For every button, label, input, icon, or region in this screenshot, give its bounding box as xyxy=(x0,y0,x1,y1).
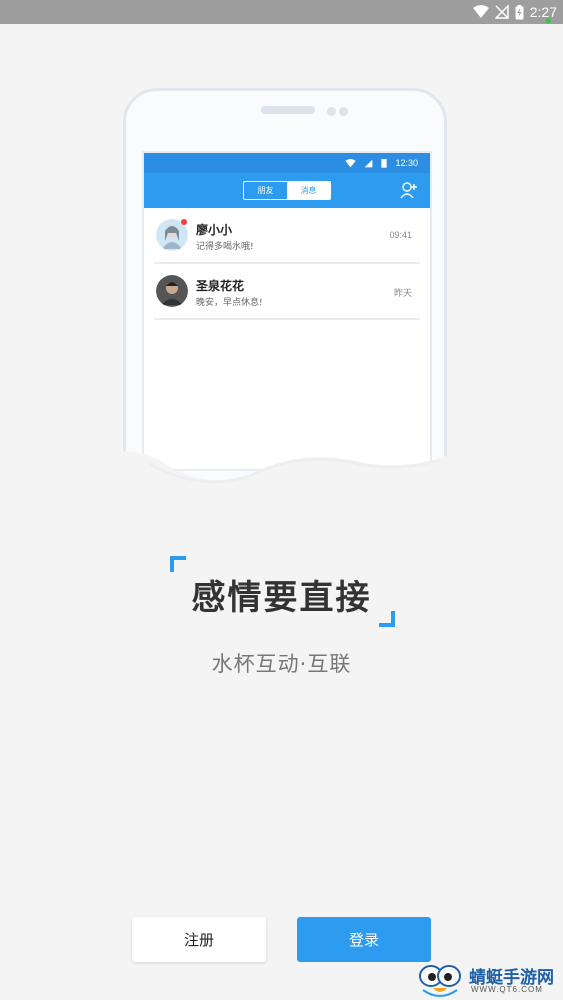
add-user-icon xyxy=(400,182,417,199)
phone-speaker xyxy=(261,106,315,114)
wifi-icon xyxy=(472,5,489,18)
inner-signal-icon xyxy=(365,159,373,167)
inner-wifi-icon xyxy=(345,158,357,167)
chat-item: 廖小小 记得多喝水哦! 09:41 xyxy=(154,208,420,264)
chat-time: 09:41 xyxy=(389,230,412,240)
notification-dot xyxy=(546,18,551,23)
inner-status-bar: 12:30 xyxy=(144,153,430,173)
tab-friends: 朋友 xyxy=(257,186,274,195)
register-button[interactable]: 注册 xyxy=(132,917,266,962)
system-status-bar: 2:27 xyxy=(0,0,563,24)
no-signal-icon xyxy=(494,5,509,19)
slogan-title: 感情要直接 xyxy=(191,578,372,618)
inner-battery-icon xyxy=(381,159,388,168)
battery-charging-icon xyxy=(515,4,524,19)
inner-status-time: 12:30 xyxy=(395,158,418,168)
slogan-subtitle: 水杯互动·互联 xyxy=(211,652,352,676)
cloud-decoration xyxy=(0,450,563,550)
watermark-url: WWW.QT6.COM xyxy=(471,985,543,994)
chat-name: 圣泉花花 xyxy=(196,279,245,293)
unread-badge xyxy=(181,219,187,225)
tab-switch: 朋友 消息 xyxy=(243,181,331,200)
watermark: 蜻蜓手游网 WWW.QT6.COM xyxy=(417,960,560,998)
phone-screen: 12:30 朋友 消息 廖小小 记得多喝水哦! 09:41 圣泉花花 晚安，早点… xyxy=(142,151,432,471)
dragonfly-logo-icon xyxy=(419,965,461,997)
chat-time: 昨天 xyxy=(393,288,412,298)
phone-sensor xyxy=(339,107,348,116)
avatar xyxy=(156,275,188,307)
status-time: 2:27 xyxy=(529,4,557,20)
chat-name: 廖小小 xyxy=(196,223,233,237)
chat-message: 记得多喝水哦! xyxy=(196,242,254,252)
chat-item: 圣泉花花 晚安，早点休息! 昨天 xyxy=(154,264,420,320)
chat-message: 晚安，早点休息! xyxy=(196,298,263,308)
bracket-bottom-right xyxy=(379,611,395,627)
phone-camera xyxy=(327,107,336,116)
inner-header: 朋友 消息 xyxy=(144,173,430,208)
login-button[interactable]: 登录 xyxy=(297,917,431,962)
tab-messages: 消息 xyxy=(287,182,330,199)
